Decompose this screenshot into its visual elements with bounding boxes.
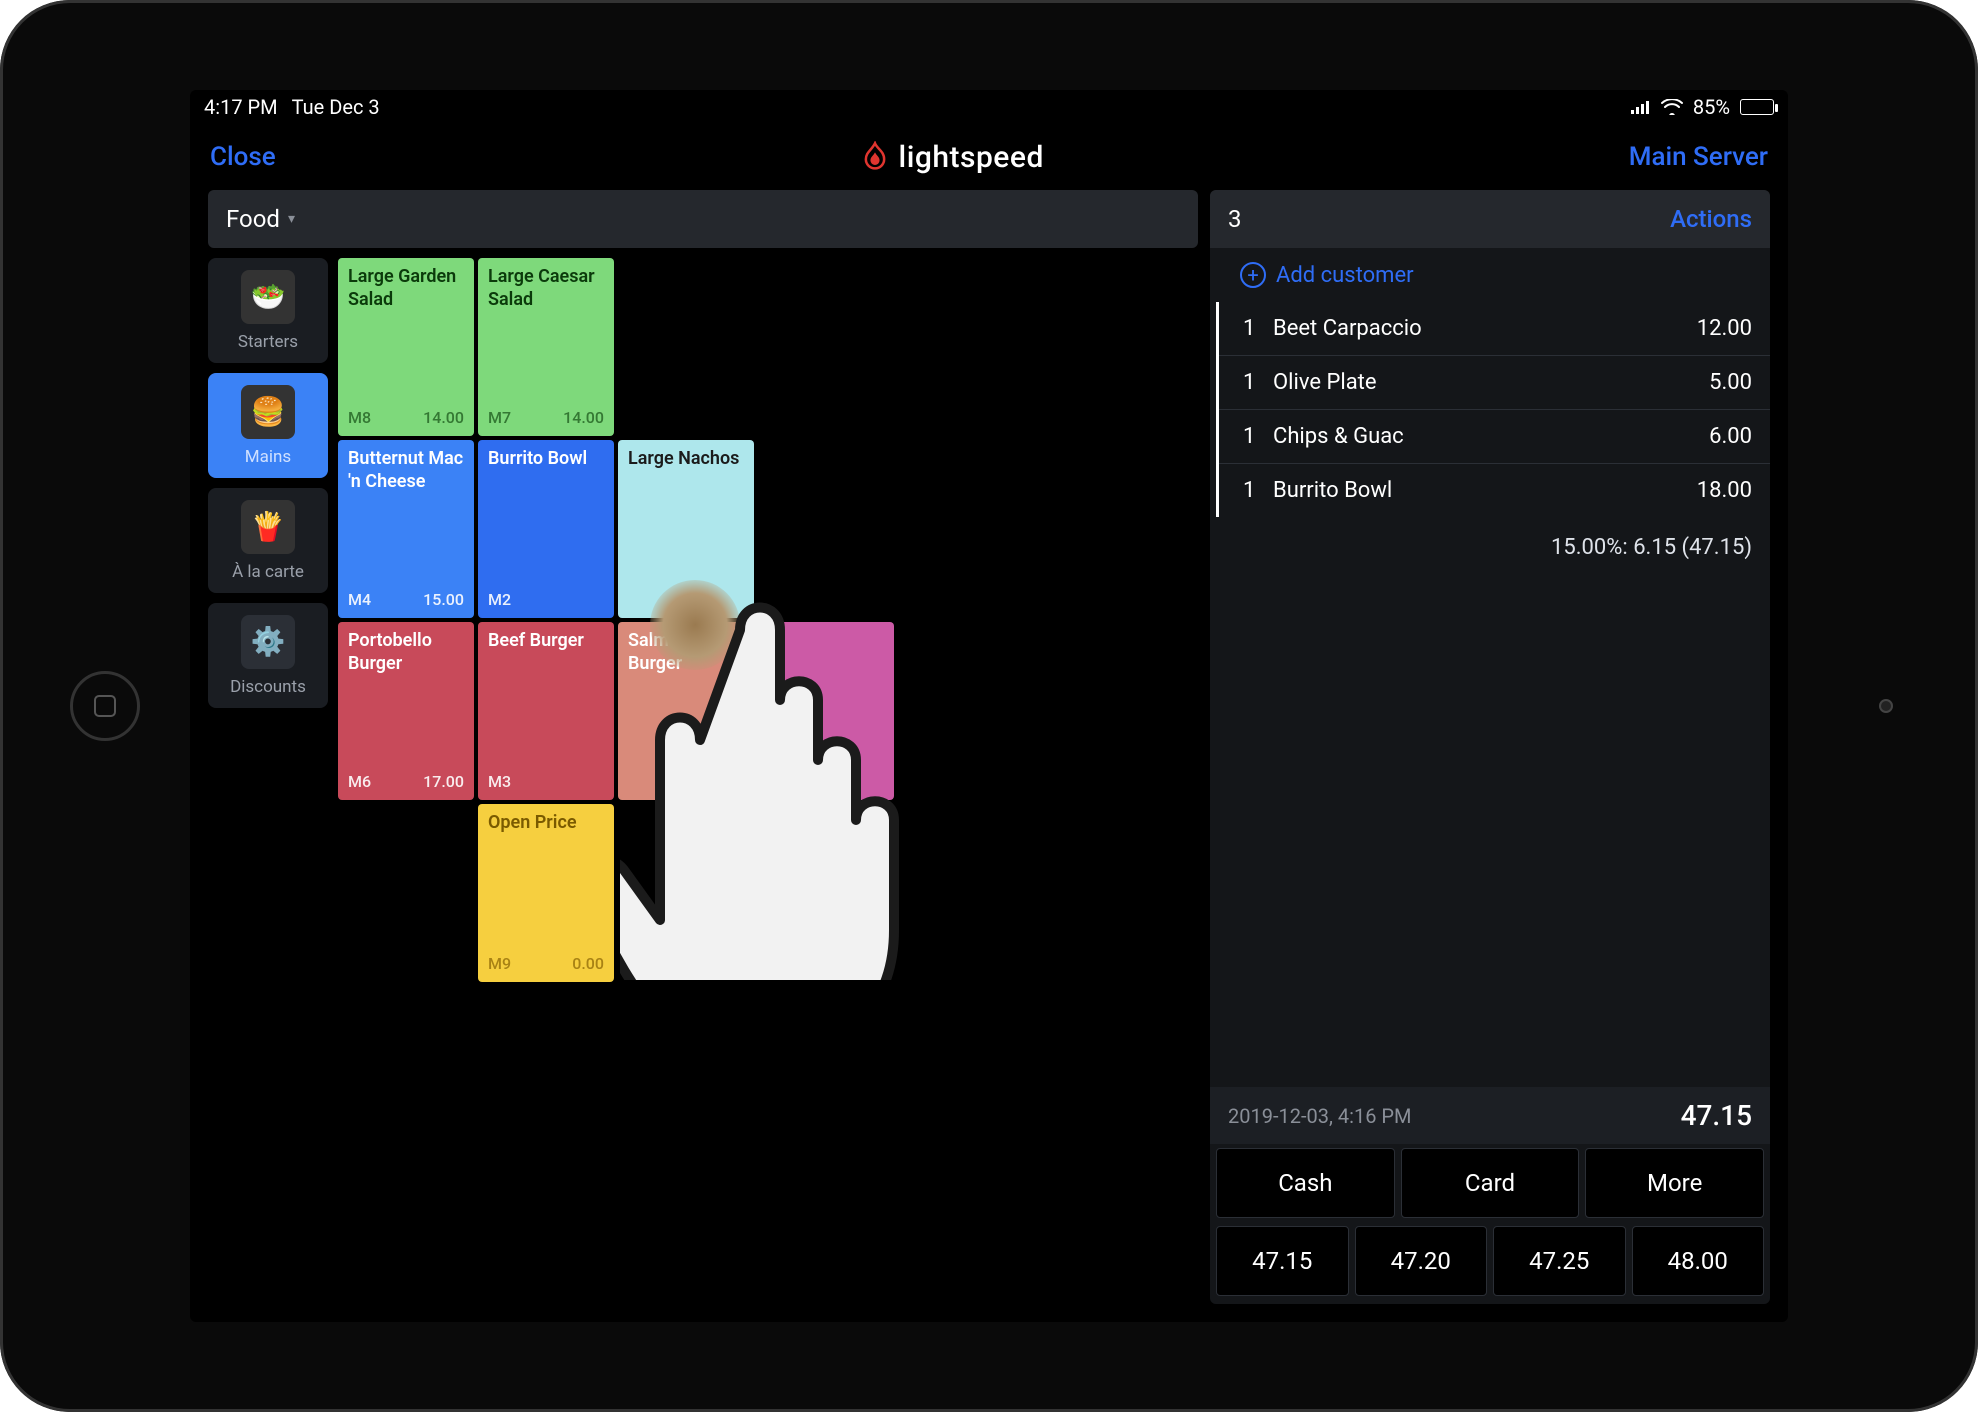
product-tile[interactable]: Open Price M9 0.00 xyxy=(478,804,614,982)
product-name: Beef Burger xyxy=(488,630,604,653)
chevron-down-icon: ▾ xyxy=(288,211,295,227)
category-image: ⚙️ xyxy=(241,615,295,669)
add-customer-label: Add customer xyxy=(1276,263,1414,288)
pay-method-cash[interactable]: Cash xyxy=(1216,1148,1395,1218)
order-timestamp: 2019-12-03, 4:16 PM xyxy=(1228,1104,1411,1128)
product-code: M3 xyxy=(488,772,511,792)
line-name: Chips & Guac xyxy=(1273,424,1709,449)
cellular-icon xyxy=(1631,100,1651,114)
product-price: 14.00 xyxy=(423,408,464,428)
line-price: 6.00 xyxy=(1709,424,1752,449)
line-qty: 1 xyxy=(1243,316,1273,341)
category-image: 🥗 xyxy=(241,270,295,324)
status-bar: 4:17 PM Tue Dec 3 85% xyxy=(190,90,1788,124)
quick-amount-button[interactable]: 47.15 xyxy=(1216,1226,1349,1296)
product-code: M2 xyxy=(488,590,511,610)
product-tile[interactable]: Salmon Burger xyxy=(618,622,754,800)
brand-logo: lightspeed xyxy=(861,140,1044,175)
line-qty: 1 xyxy=(1243,424,1273,449)
ipad-frame: 4:17 PM Tue Dec 3 85% Close xyxy=(0,0,1978,1412)
product-tile[interactable]: Large Caesar Salad M7 14.00 xyxy=(478,258,614,436)
pay-method-more[interactable]: More xyxy=(1585,1148,1764,1218)
product-name: Salmon Burger xyxy=(628,630,744,675)
status-time: 4:17 PM xyxy=(204,95,278,119)
close-button[interactable]: Close xyxy=(210,142,276,172)
category-dropdown[interactable]: Food ▾ xyxy=(208,190,1198,248)
flame-icon xyxy=(861,141,889,173)
category-label: Discounts xyxy=(230,677,306,697)
quick-amount-button[interactable]: 47.25 xyxy=(1493,1226,1626,1296)
screen: 4:17 PM Tue Dec 3 85% Close xyxy=(190,90,1788,1322)
category-dropdown-label: Food xyxy=(226,205,280,233)
product-tile[interactable]: Large Garden Salad M8 14.00 xyxy=(338,258,474,436)
status-date: Tue Dec 3 xyxy=(292,95,380,119)
battery-percent: 85% xyxy=(1693,95,1730,119)
quick-amount-button[interactable]: 48.00 xyxy=(1632,1226,1765,1296)
server-button[interactable]: Main Server xyxy=(1629,142,1768,172)
product-tile[interactable]: Beef Burger M3 xyxy=(478,622,614,800)
category-image: 🍔 xyxy=(241,385,295,439)
category-tile-discounts[interactable]: ⚙️ Discounts xyxy=(208,603,328,708)
line-name: Olive Plate xyxy=(1273,370,1709,395)
product-price: 17.00 xyxy=(423,772,464,792)
product-name: Portobello Burger xyxy=(348,630,464,675)
line-qty: 1 xyxy=(1243,370,1273,395)
product-price: 0.00 xyxy=(572,954,604,974)
product-name: Open Price xyxy=(488,812,604,835)
category-image: 🍟 xyxy=(241,500,295,554)
product-code: M4 xyxy=(348,590,371,610)
order-total: 47.15 xyxy=(1681,1099,1752,1132)
product-code: M9 xyxy=(488,954,511,974)
product-price: 15.00 xyxy=(423,590,464,610)
product-tile[interactable]: Burrito Bowl M2 xyxy=(478,440,614,618)
product-tile[interactable] xyxy=(758,622,894,800)
product-tile[interactable]: Large Nachos xyxy=(618,440,754,618)
app-header: Close lightspeed Main Server xyxy=(190,124,1788,190)
pay-method-card[interactable]: Card xyxy=(1401,1148,1580,1218)
home-button[interactable] xyxy=(70,671,140,741)
battery-icon xyxy=(1740,99,1774,115)
line-price: 12.00 xyxy=(1697,316,1752,341)
tax-summary: 15.00%: 6.15 (47.15) xyxy=(1210,517,1770,568)
order-meta: 2019-12-03, 4:16 PM 47.15 xyxy=(1210,1087,1770,1144)
category-label: À la carte xyxy=(232,562,304,582)
front-camera xyxy=(1879,699,1893,713)
category-tile-mains[interactable]: 🍔 Mains xyxy=(208,373,328,478)
order-line[interactable]: 1 Burrito Bowl 18.00 xyxy=(1219,463,1770,517)
category-tile-starters[interactable]: 🥗 Starters xyxy=(208,258,328,363)
line-name: Beet Carpaccio xyxy=(1273,316,1697,341)
product-price: 14.00 xyxy=(563,408,604,428)
product-name: Burrito Bowl xyxy=(488,448,604,471)
category-label: Starters xyxy=(238,332,298,352)
product-name: Large Garden Salad xyxy=(348,266,464,311)
product-tile[interactable]: Portobello Burger M6 17.00 xyxy=(338,622,474,800)
table-number: 3 xyxy=(1228,205,1242,233)
line-qty: 1 xyxy=(1243,478,1273,503)
product-name: Large Nachos xyxy=(628,448,744,471)
product-name: Large Caesar Salad xyxy=(488,266,604,311)
line-price: 5.00 xyxy=(1709,370,1752,395)
order-line[interactable]: 1 Beet Carpaccio 12.00 xyxy=(1219,302,1770,355)
wifi-icon xyxy=(1661,99,1683,115)
order-header: 3 Actions xyxy=(1210,190,1770,248)
add-customer-button[interactable]: + Add customer xyxy=(1210,248,1770,302)
product-tile[interactable]: Butternut Mac 'n Cheese M4 15.00 xyxy=(338,440,474,618)
plus-circle-icon: + xyxy=(1240,262,1266,288)
product-code: M6 xyxy=(348,772,371,792)
actions-button[interactable]: Actions xyxy=(1670,205,1752,233)
product-name: Butternut Mac 'n Cheese xyxy=(348,448,464,493)
order-line[interactable]: 1 Chips & Guac 6.00 xyxy=(1219,409,1770,463)
line-name: Burrito Bowl xyxy=(1273,478,1697,503)
brand-text: lightspeed xyxy=(899,140,1044,175)
line-price: 18.00 xyxy=(1697,478,1752,503)
category-tile--la-carte[interactable]: 🍟 À la carte xyxy=(208,488,328,593)
product-code: M7 xyxy=(488,408,511,428)
order-line[interactable]: 1 Olive Plate 5.00 xyxy=(1219,355,1770,409)
category-label: Mains xyxy=(245,447,291,467)
quick-amount-button[interactable]: 47.20 xyxy=(1355,1226,1488,1296)
product-code: M8 xyxy=(348,408,371,428)
